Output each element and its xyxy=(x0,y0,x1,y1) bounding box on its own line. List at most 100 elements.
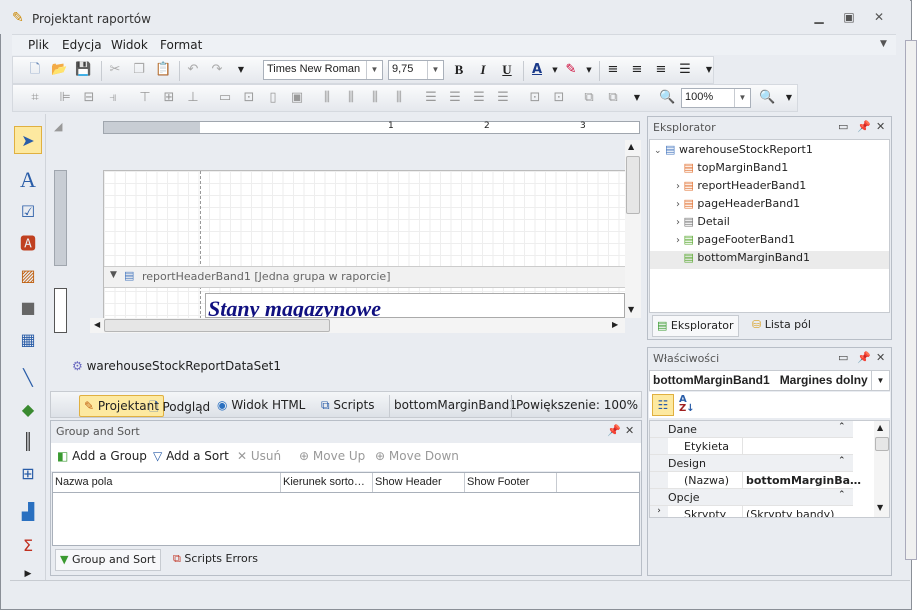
maximize-icon[interactable]: ▭ xyxy=(838,120,848,133)
tree-item[interactable]: ▤ bottomMarginBand1 xyxy=(650,251,889,269)
cut-icon[interactable]: ✂ xyxy=(107,62,123,78)
panel-tool-icon[interactable]: ■ xyxy=(14,294,42,322)
tab-scripts-errors[interactable]: ⧉ Scripts Errors xyxy=(169,549,262,571)
paste-icon[interactable]: 📋 xyxy=(155,62,171,78)
scroll-right-icon[interactable]: ▶ xyxy=(612,320,618,329)
v-spacing-increase-icon[interactable]: ☰ xyxy=(447,90,463,106)
add-group-button[interactable]: ◧ Add a Group xyxy=(57,449,147,463)
chevron-down-icon[interactable]: ▼ xyxy=(871,371,889,390)
zipcode-tool-icon[interactable]: ⊞ xyxy=(14,460,42,488)
tree-item[interactable]: › ▤ reportHeaderBand1 xyxy=(650,179,889,197)
bring-to-front-icon[interactable]: ⧉ xyxy=(581,90,597,106)
property-row[interactable]: (Nazwa) bottomMarginBa… xyxy=(650,472,861,489)
zoom-in-icon[interactable]: 🔍 xyxy=(759,90,775,106)
tree-root[interactable]: ⌄ ▤ warehouseStockReport1 xyxy=(650,143,813,161)
object-selector[interactable]: bottomMarginBand1 Margines dolny ▼ xyxy=(649,370,890,391)
align-right-icon[interactable]: ≡ xyxy=(653,62,669,78)
align-left-icon[interactable]: ≡ xyxy=(605,62,621,78)
highlight-color-icon[interactable]: ✎ xyxy=(563,62,579,78)
size-to-grid-icon[interactable]: ⊡ xyxy=(241,90,257,106)
toolbar-options-icon[interactable]: ▼ xyxy=(781,90,797,106)
tree-item[interactable]: › ▤ Detail xyxy=(650,215,889,233)
chevron-down-icon[interactable]: ▼ xyxy=(366,61,382,79)
band-header-report-header[interactable]: ▼ ▤ reportHeaderBand1 [Jedna grupa w rap… xyxy=(104,266,625,288)
same-height-icon[interactable]: ▯ xyxy=(265,90,281,106)
h-spacing-remove-icon[interactable]: ⫼ xyxy=(391,90,407,106)
table-tool-icon[interactable]: ▦ xyxy=(14,326,42,354)
align-bottoms-icon[interactable]: ⊥ xyxy=(185,90,201,106)
categorized-icon[interactable]: ☷ xyxy=(652,394,674,416)
shape-tool-icon[interactable]: ◆ xyxy=(14,396,42,424)
align-rights-icon[interactable]: ⫣ xyxy=(105,90,121,106)
delete-button[interactable]: ✕ Usuń xyxy=(237,449,281,463)
undo-icon[interactable]: ↶ xyxy=(185,62,201,78)
property-category[interactable]: Opcje ⌃ xyxy=(650,489,853,506)
align-middles-icon[interactable]: ⊞ xyxy=(161,90,177,106)
horizontal-scrollbar[interactable]: ◀ ▶ xyxy=(90,318,625,333)
tab-lista-pol[interactable]: ⛁ Lista pól xyxy=(748,315,815,337)
vertical-scroll-thumb[interactable] xyxy=(626,156,640,214)
property-category[interactable]: Dane ⌃ xyxy=(650,421,853,438)
zoom-select[interactable]: 100% ▼ xyxy=(681,88,751,108)
menu-plik[interactable]: Plik xyxy=(28,38,49,52)
h-spacing-decrease-icon[interactable]: ⫼ xyxy=(367,90,383,106)
property-grid-scrollbar[interactable]: ▲ ▼ xyxy=(874,421,889,517)
center-horizontally-icon[interactable]: ⊡ xyxy=(527,90,543,106)
collapse-icon[interactable]: ⌃ xyxy=(838,456,846,466)
v-spacing-decrease-icon[interactable]: ☰ xyxy=(471,90,487,106)
tab-scripts[interactable]: ⧉ Scripts xyxy=(317,395,378,417)
scroll-up-icon[interactable]: ▲ xyxy=(628,142,634,151)
toolbar-options-icon[interactable]: ▼ xyxy=(701,62,717,78)
property-category[interactable]: Design ⌃ xyxy=(650,455,853,472)
menu-edycja[interactable]: Edycja xyxy=(62,38,102,52)
pin-icon[interactable]: 📌 xyxy=(857,351,871,364)
tree-item[interactable]: › ▤ pageHeaderBand1 xyxy=(650,197,889,215)
add-sort-button[interactable]: ▽ Add a Sort xyxy=(153,449,229,463)
redo-icon[interactable]: ↷ xyxy=(209,62,225,78)
property-value[interactable] xyxy=(742,438,749,454)
component-tray-dataset[interactable]: ⚙ warehouseStockReportDataSet1 xyxy=(72,359,281,373)
align-center-icon[interactable]: ≡ xyxy=(629,62,645,78)
expand-arrow-icon[interactable]: › xyxy=(650,199,680,210)
property-value[interactable]: (Skrypty bandy) xyxy=(742,506,837,517)
h-spacing-increase-icon[interactable]: ⫼ xyxy=(343,90,359,106)
vertical-scrollbar[interactable]: ▲ ▼ xyxy=(625,140,641,318)
column-header[interactable]: Show Header xyxy=(373,473,465,492)
rich-text-tool-icon[interactable]: 🅰 xyxy=(14,230,42,258)
collapse-icon[interactable]: ⌃ xyxy=(838,490,846,500)
property-scroll-thumb[interactable] xyxy=(875,437,889,451)
align-lefts-icon[interactable]: ⊫ xyxy=(57,90,73,106)
zoom-out-icon[interactable]: 🔍 xyxy=(659,90,675,106)
same-size-icon[interactable]: ▣ xyxy=(289,90,305,106)
label-tool-icon[interactable]: A xyxy=(14,166,42,194)
expand-arrow-icon[interactable]: › xyxy=(650,235,680,246)
move-up-button[interactable]: ⊕ Move Up xyxy=(299,449,365,463)
h-spacing-equal-icon[interactable]: ⫼ xyxy=(319,90,335,106)
expand-icon[interactable]: ⌄ xyxy=(654,146,662,156)
open-icon[interactable]: 📂 xyxy=(51,62,67,78)
font-size-select[interactable]: 9,75 ▼ xyxy=(388,60,444,80)
align-centers-icon[interactable]: ⊟ xyxy=(81,90,97,106)
chevron-down-icon[interactable]: ▼ xyxy=(427,61,443,79)
column-header[interactable]: Show Footer xyxy=(465,473,557,492)
scroll-down-icon[interactable]: ▼ xyxy=(877,503,883,512)
expand-arrow-icon[interactable]: › xyxy=(650,217,680,228)
save-icon[interactable]: 💾 xyxy=(75,62,91,78)
line-tool-icon[interactable]: ╲ xyxy=(14,364,42,392)
toolbar-options-icon[interactable]: ▼ xyxy=(233,62,249,78)
checkbox-tool-icon[interactable]: ☑ xyxy=(14,198,42,226)
tree-item[interactable]: › ▤ pageFooterBand1 xyxy=(650,233,889,251)
same-width-icon[interactable]: ▭ xyxy=(217,90,233,106)
column-header[interactable]: Nazwa pola xyxy=(53,473,281,492)
center-vertically-icon[interactable]: ⊡ xyxy=(551,90,567,106)
property-row[interactable]: Etykieta xyxy=(650,438,853,455)
italic-button[interactable]: I xyxy=(475,62,491,78)
horizontal-scroll-thumb[interactable] xyxy=(104,319,330,332)
sort-alphabetical-icon[interactable]: A Z↓ xyxy=(679,395,695,414)
toolbar-options-icon[interactable]: ▼ xyxy=(629,90,645,106)
move-down-button[interactable]: ⊕ Move Down xyxy=(375,449,459,463)
chevron-down-icon[interactable]: ▼ xyxy=(547,62,563,78)
pointer-tool-icon[interactable]: ➤ xyxy=(14,126,42,154)
chevron-down-icon[interactable]: ▼ xyxy=(734,89,750,107)
align-to-grid-icon[interactable]: ⌗ xyxy=(27,90,43,106)
